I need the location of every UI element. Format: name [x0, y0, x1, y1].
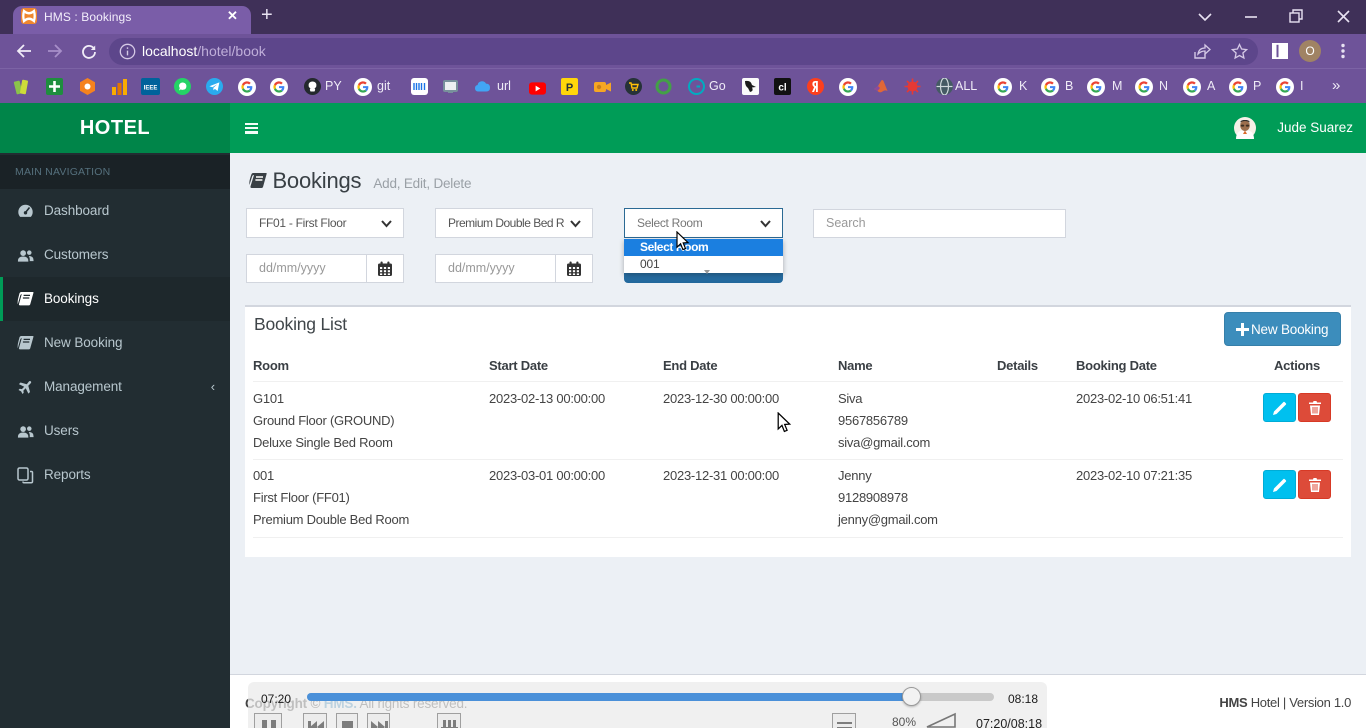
svg-text:P: P: [566, 82, 573, 94]
svg-text:cl: cl: [778, 83, 787, 94]
svg-text:IEEE: IEEE: [144, 86, 158, 92]
